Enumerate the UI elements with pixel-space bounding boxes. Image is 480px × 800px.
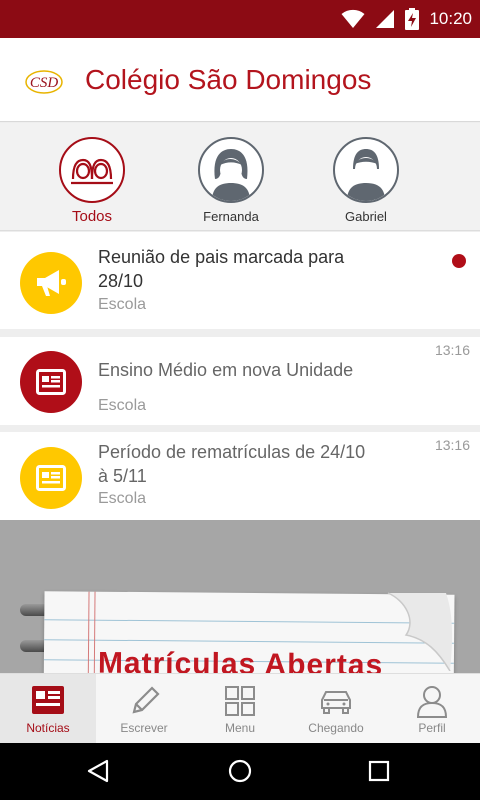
nav-label: Notícias xyxy=(26,721,70,735)
wifi-icon xyxy=(341,9,365,28)
status-icons: 10:20 xyxy=(341,6,472,32)
nav-label: Chegando xyxy=(308,721,364,735)
nav-perfil[interactable]: Perfil xyxy=(384,674,480,744)
filter-fernanda[interactable]: Fernanda xyxy=(181,137,281,227)
filter-todos[interactable]: Todos xyxy=(42,137,142,227)
logo-text: CSD xyxy=(30,75,59,91)
news-title: Reunião de pais marcada para 28/10 xyxy=(98,247,345,291)
signal-icon xyxy=(376,10,395,28)
news-item[interactable]: Reunião de pais marcada para 28/10 Escol… xyxy=(0,232,480,329)
battery-charging-icon xyxy=(405,8,420,30)
nav-label: Perfil xyxy=(418,721,446,735)
home-icon[interactable] xyxy=(222,753,258,789)
nav-noticias[interactable]: Notícias xyxy=(0,674,96,744)
school-logo: CSD xyxy=(25,70,63,94)
nav-label: Menu xyxy=(224,721,256,735)
news-item[interactable]: Ensino Médio em nova Unidade Escola 13:1… xyxy=(0,337,480,425)
boy-avatar-icon xyxy=(333,137,399,203)
car-icon xyxy=(321,691,351,714)
page-curl xyxy=(387,592,453,671)
news-title: Período de rematrículas de 24/10 à 5/11 xyxy=(98,442,366,486)
unread-indicator xyxy=(452,254,466,268)
pencil-icon xyxy=(132,686,160,714)
filter-label: Todos xyxy=(71,208,113,225)
news-source: Escola xyxy=(98,397,147,414)
student-filter-bar: Todos Fernanda Gabriel xyxy=(0,123,480,231)
notebook-margin xyxy=(93,591,96,673)
news-source: Escola xyxy=(98,296,147,313)
recents-icon[interactable] xyxy=(361,753,397,789)
notebook-margin xyxy=(87,591,90,673)
app-title: Colégio São Domingos xyxy=(85,64,372,95)
megaphone-icon xyxy=(20,252,82,314)
app-header: CSD Colégio São Domingos xyxy=(0,38,480,122)
banner-text: Matrículas Abertas xyxy=(97,646,384,673)
news-time: 13:16 xyxy=(434,342,470,358)
news-source: Escola xyxy=(98,490,147,507)
bottom-navigation: Notícias Escrever Menu Chegando Perfil xyxy=(0,673,480,744)
person-icon xyxy=(416,686,448,718)
two-people-icon xyxy=(59,137,125,203)
enrollment-banner[interactable]: Matrículas Abertas xyxy=(0,520,480,673)
filter-label: Gabriel xyxy=(345,209,387,224)
news-title: Ensino Médio em nova Unidade xyxy=(98,360,354,380)
status-time: 10:20 xyxy=(429,9,472,28)
nav-escrever[interactable]: Escrever xyxy=(96,674,192,744)
news-icon xyxy=(32,686,64,714)
nav-label: Escrever xyxy=(120,721,168,735)
filter-gabriel[interactable]: Gabriel xyxy=(316,137,416,227)
grid-icon xyxy=(225,686,255,716)
girl-avatar-icon xyxy=(198,137,264,203)
nav-chegando[interactable]: Chegando xyxy=(288,674,384,744)
news-time: 13:16 xyxy=(434,437,470,453)
nav-menu[interactable]: Menu xyxy=(192,674,288,744)
news-item[interactable]: Período de rematrículas de 24/10 à 5/11 … xyxy=(0,432,480,520)
system-navigation-bar xyxy=(0,743,480,800)
status-bar: 10:20 xyxy=(0,0,480,38)
filter-label: Fernanda xyxy=(203,209,259,224)
newspaper-icon xyxy=(20,351,82,413)
newspaper-icon xyxy=(20,447,82,509)
back-icon[interactable] xyxy=(80,753,116,789)
